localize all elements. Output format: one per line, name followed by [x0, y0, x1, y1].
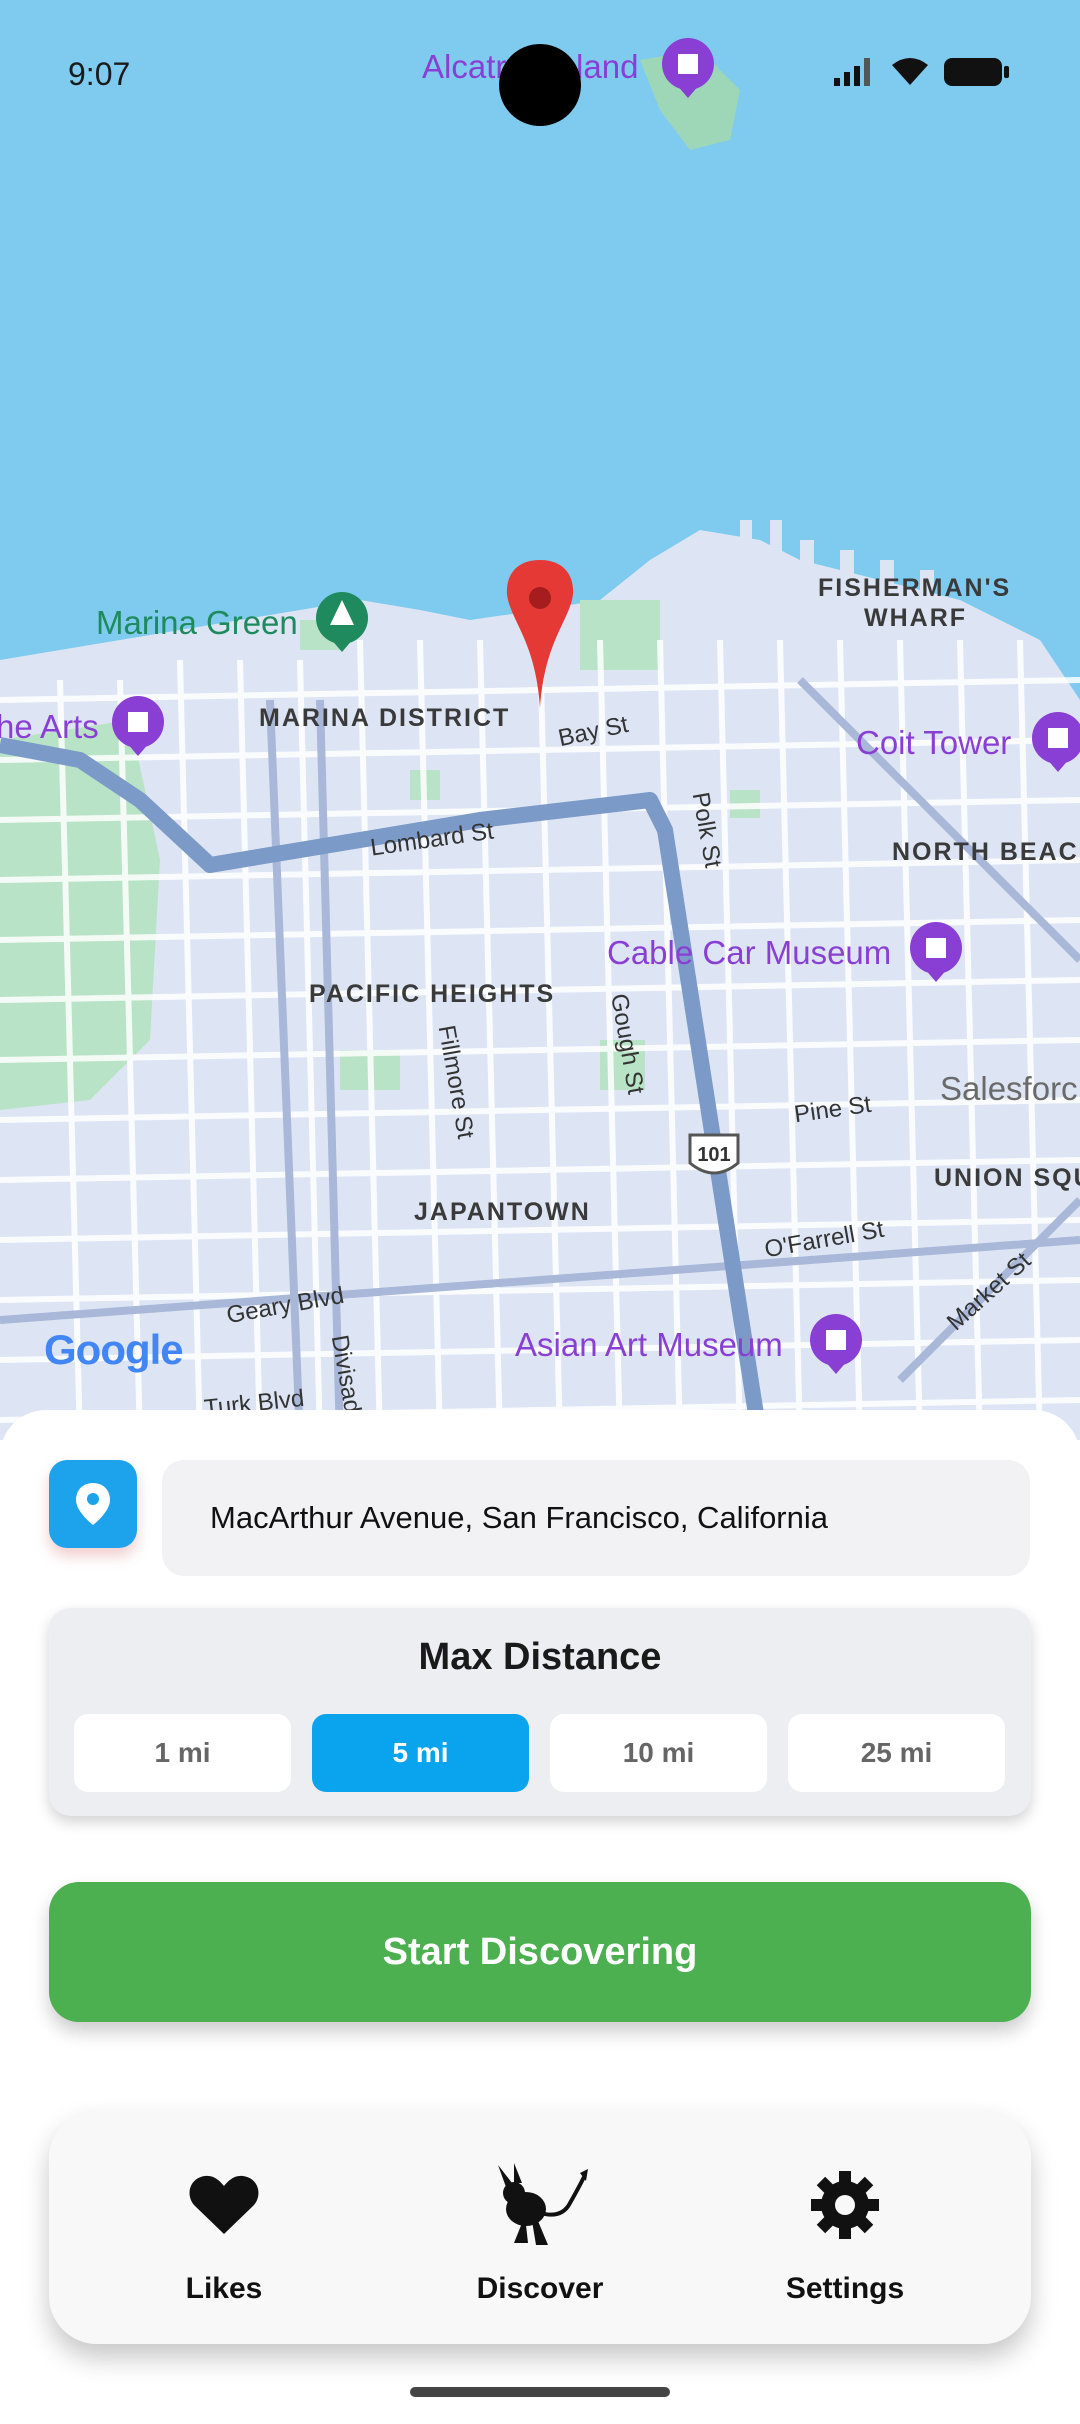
wifi-icon — [892, 58, 928, 85]
status-icons — [834, 56, 1010, 88]
max-distance-title: Max Distance — [418, 1636, 662, 1678]
poi-label-marina-green: Marina Green — [96, 604, 298, 641]
bottom-nav: Likes Discover Settings — [49, 2110, 1031, 2344]
battery-icon — [944, 58, 1009, 86]
district-label-north-beach: NORTH BEACH — [892, 838, 1080, 866]
status-bar: 9:07 — [0, 0, 1080, 150]
max-distance-card: Max Distance 1 mi 5 mi 10 mi 25 mi — [49, 1608, 1031, 1816]
district-label-marina: MARINA DISTRICT — [259, 704, 511, 732]
gear-icon — [811, 2171, 879, 2239]
status-time: 9:07 — [68, 56, 131, 92]
distance-options: 1 mi 5 mi 10 mi 25 mi — [74, 1714, 1005, 1792]
camera-cutout — [499, 44, 581, 126]
distance-option-25mi[interactable]: 25 mi — [788, 1714, 1005, 1792]
location-pin-icon — [76, 1483, 110, 1525]
district-label-japantown: JAPANTOWN — [414, 1198, 591, 1226]
poi-label-asian-art-museum: Asian Art Museum — [515, 1326, 783, 1363]
distance-option-5mi[interactable]: 5 mi — [312, 1714, 529, 1792]
nav-item-likes[interactable]: Likes — [104, 2110, 344, 2344]
distance-option-1mi[interactable]: 1 mi — [74, 1714, 291, 1792]
district-label-union-square: UNION SQU — [934, 1164, 1080, 1192]
start-discovering-button[interactable]: Start Discovering — [49, 1882, 1031, 2022]
nav-label-discover: Discover — [476, 2272, 604, 2305]
nav-label-settings: Settings — [785, 2272, 905, 2305]
jerboa-icon — [498, 2163, 588, 2245]
home-indicator[interactable] — [410, 2387, 670, 2397]
current-location-button[interactable] — [49, 1460, 137, 1548]
district-label-wharf: WHARF — [864, 604, 968, 632]
poi-label-salesforce: Salesforc — [940, 1070, 1078, 1107]
distance-option-10mi[interactable]: 10 mi — [550, 1714, 767, 1792]
address-text: MacArthur Avenue, San Francisco, Califor… — [210, 1500, 829, 1535]
district-label-pacific-heights: PACIFIC HEIGHTS — [309, 980, 556, 1008]
poi-label-cable-car-museum: Cable Car Museum — [607, 934, 892, 971]
district-label-fishermans: FISHERMAN'S — [818, 574, 1012, 602]
nav-item-settings[interactable]: Settings — [725, 2110, 965, 2344]
poi-label-coit-tower: Coit Tower — [856, 724, 1012, 761]
google-attribution-logo: Google — [44, 1326, 184, 1374]
address-field[interactable]: MacArthur Avenue, San Francisco, Califor… — [162, 1460, 1030, 1576]
highway-shield-text: 101 — [697, 1144, 730, 1166]
google-attribution-text: Google — [44, 1326, 184, 1373]
signal-icon — [834, 58, 870, 86]
heart-icon — [189, 2175, 259, 2234]
nav-item-discover[interactable]: Discover — [420, 2110, 660, 2344]
map-view[interactable]: 101 Alcatraz Island Marina Green he Arts… — [0, 0, 1080, 1440]
poi-label-arts: he Arts — [0, 708, 99, 745]
nav-label-likes: Likes — [185, 2272, 263, 2305]
